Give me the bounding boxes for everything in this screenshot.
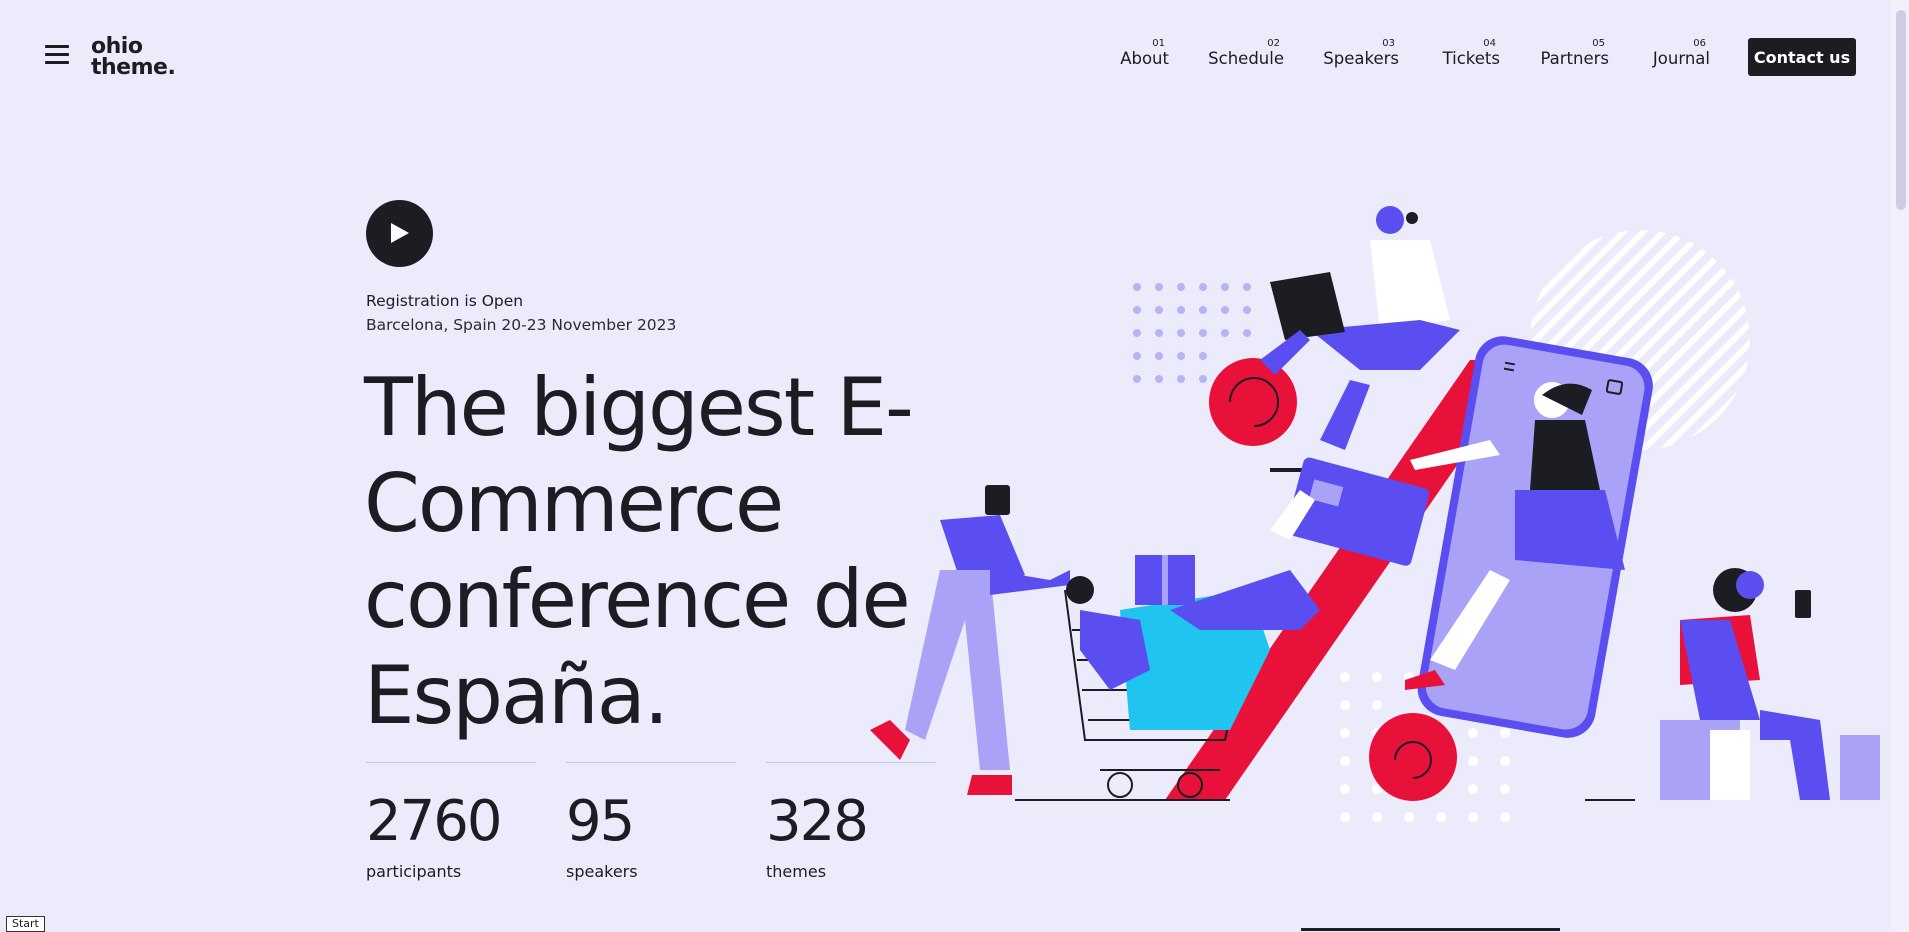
sitting-woman [1660, 568, 1880, 800]
stat-value: 95 [566, 789, 635, 854]
nav-number: 03 [1382, 38, 1395, 49]
play-icon [391, 223, 409, 243]
nav-label: Partners [1540, 49, 1609, 68]
nav-item-speakers[interactable]: 03 Speakers [1323, 38, 1399, 78]
nav-number: 05 [1592, 38, 1605, 49]
stat-participants: 2760 participants [366, 762, 536, 883]
nav-item-tickets[interactable]: 04 Tickets [1443, 38, 1500, 78]
nav-number: 04 [1483, 38, 1496, 49]
stat-label: participants [366, 862, 462, 881]
stat-speakers: 95 speakers [566, 762, 736, 883]
contact-us-button[interactable]: Contact us [1748, 38, 1856, 76]
nav-label: Tickets [1442, 49, 1500, 68]
hero-illustration [870, 206, 1880, 822]
start-button[interactable]: Start [6, 916, 45, 932]
nav-number: 02 [1267, 38, 1280, 49]
nav-label: Schedule [1208, 49, 1284, 68]
nav-item-about[interactable]: 01 About [1120, 38, 1169, 78]
nav-item-schedule[interactable]: 02 Schedule [1208, 38, 1284, 78]
nav-number: 06 [1693, 38, 1706, 49]
play-video-button[interactable] [366, 200, 433, 267]
nav-item-journal[interactable]: 06 Journal [1653, 38, 1710, 78]
nav-label: Journal [1652, 49, 1710, 68]
nav-item-partners[interactable]: 05 Partners [1540, 38, 1609, 78]
stat-value: 2760 [366, 789, 503, 854]
man-pushing-cart [870, 485, 1070, 795]
scrollbar-thumb[interactable] [1896, 10, 1906, 210]
nav-number: 01 [1152, 38, 1165, 49]
stat-label: themes [766, 862, 827, 881]
page-scrollbar[interactable] [1891, 0, 1909, 931]
nav-label: About [1120, 49, 1169, 68]
stat-label: speakers [566, 862, 638, 881]
registration-status: Registration is Open [366, 292, 524, 310]
event-location-date: Barcelona, Spain 20-23 November 2023 [366, 316, 677, 334]
main-nav: 01 About 02 Schedule 03 Speakers 04 Tick… [0, 38, 1909, 78]
nav-label: Speakers [1323, 49, 1399, 68]
